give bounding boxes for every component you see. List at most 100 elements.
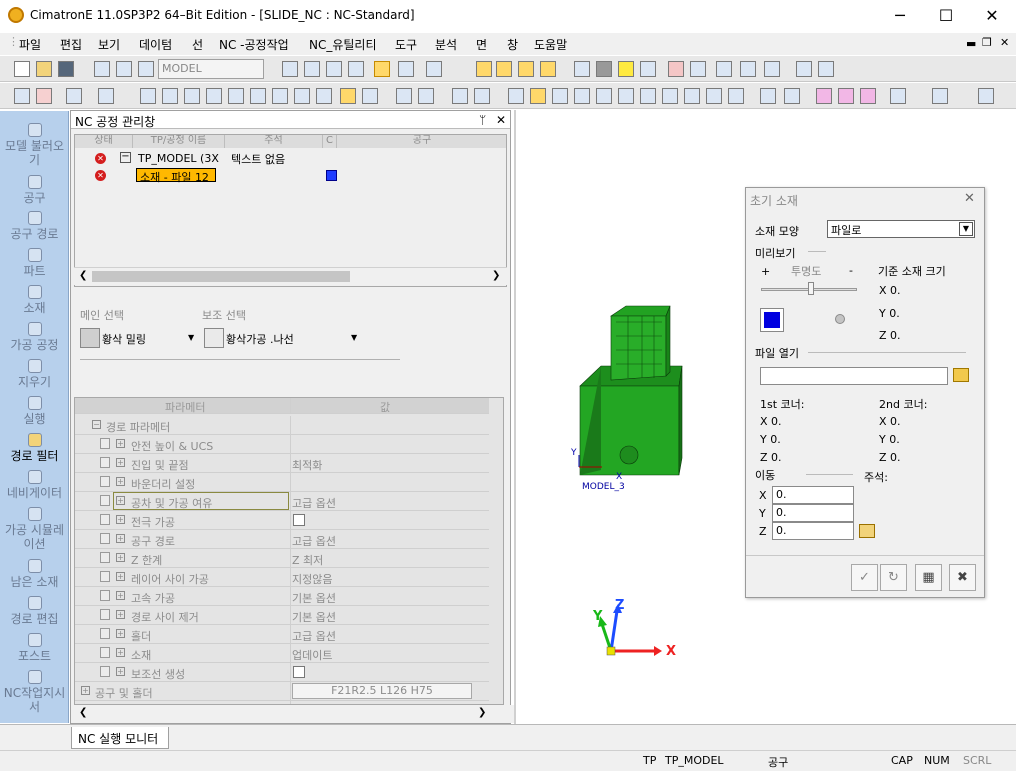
param-value[interactable]: 업데이트 — [292, 647, 332, 663]
scroll-right-icon[interactable]: ❯ — [492, 270, 500, 281]
select-icon[interactable] — [14, 88, 30, 104]
guide-toolpath[interactable]: 공구 경로 — [0, 211, 69, 241]
param-row[interactable]: + 소재 업데이트 — [75, 644, 489, 663]
zoom-window-icon[interactable] — [304, 61, 320, 77]
nc-op-19-icon[interactable] — [596, 88, 612, 104]
dialog-close-button[interactable]: ✕ — [964, 191, 975, 206]
scroll-right-icon[interactable]: ❯ — [478, 707, 486, 718]
nc-op-8-icon[interactable] — [294, 88, 310, 104]
expand-icon[interactable]: + — [116, 553, 125, 562]
param-row[interactable]: − 경로 파라메터 — [75, 416, 489, 435]
tool-e-icon[interactable] — [818, 61, 834, 77]
expand-icon[interactable]: + — [116, 439, 125, 448]
guide-navigator[interactable]: 네비게이터 — [0, 470, 69, 500]
move-z-input[interactable]: 0. — [772, 522, 854, 540]
wireframe-view-icon[interactable] — [398, 61, 414, 77]
nc-op-12-icon[interactable] — [418, 88, 434, 104]
maximize-button[interactable]: ☐ — [923, 0, 969, 31]
sub-dropdown-icon[interactable]: ▼ — [351, 333, 357, 342]
edit-lock-icon[interactable] — [100, 571, 110, 582]
nc-op-20-icon[interactable] — [640, 88, 656, 104]
param-value[interactable]: 기본 옵션 — [292, 590, 336, 606]
edit-lock-icon[interactable] — [100, 476, 110, 487]
param-row[interactable]: + 경로 사이 제거 기본 옵션 — [75, 606, 489, 625]
nc-op-18-icon[interactable] — [574, 88, 590, 104]
move-y-input[interactable]: 0. — [772, 504, 854, 522]
mdi-minimize-button[interactable]: ▬ — [966, 37, 976, 50]
param-value[interactable]: 지정않음 — [292, 571, 332, 587]
param-value[interactable]: Z 최저 — [292, 552, 323, 568]
nc-op-23-icon[interactable] — [706, 88, 722, 104]
guide-execute[interactable]: 실행 — [0, 396, 69, 426]
menu-help[interactable]: 도움말 — [534, 36, 567, 53]
expand-icon[interactable]: + — [81, 686, 90, 695]
surface-1-icon[interactable] — [816, 88, 832, 104]
edit-lock-icon[interactable] — [100, 628, 110, 639]
nc-op-11-icon[interactable] — [396, 88, 412, 104]
curve-icon[interactable] — [784, 88, 800, 104]
color-button[interactable] — [760, 308, 784, 332]
save-icon[interactable] — [58, 61, 74, 77]
guide-load-model[interactable]: 모델 불러오 기 — [0, 123, 69, 167]
file-path-input[interactable] — [760, 367, 948, 385]
guide-path-filter[interactable]: 경로 필터 — [0, 433, 69, 463]
param-value[interactable]: 최적화 — [292, 457, 322, 473]
expand-icon[interactable]: + — [116, 667, 125, 676]
edit-lock-icon[interactable] — [100, 514, 110, 525]
tree-row-stock[interactable]: ✕ 소재 - 파일 12 — [75, 168, 506, 184]
surface-2-icon[interactable] — [838, 88, 854, 104]
param-row[interactable]: + 보조선 생성 — [75, 663, 489, 682]
nc-op-4-icon[interactable] — [206, 88, 222, 104]
expand-icon[interactable]: + — [116, 515, 125, 524]
filter-icon[interactable] — [98, 88, 114, 104]
nc-op-21-icon[interactable] — [662, 88, 678, 104]
param-row[interactable]: + 안전 높이 & UCS — [75, 435, 489, 454]
view-orient-icon[interactable] — [426, 61, 442, 77]
copy-icon[interactable] — [94, 61, 110, 77]
nc-op-16-icon[interactable] — [530, 88, 546, 104]
shaded-view-icon[interactable] — [374, 61, 390, 77]
tree-row-toolpath[interactable]: ✕ − TP_MODEL (3X 텍스트 없음 — [75, 151, 506, 167]
mdi-close-button[interactable]: ✕ — [1000, 36, 1009, 49]
guide-part[interactable]: 파트 — [0, 248, 69, 278]
tool-b-icon[interactable] — [740, 61, 756, 77]
param-value[interactable]: 고급 옵션 — [292, 533, 336, 549]
apply-button[interactable]: ↻ — [880, 564, 907, 591]
layer-icon[interactable] — [476, 61, 492, 77]
col-status[interactable]: 상태 — [75, 135, 133, 148]
expand-icon[interactable]: + — [116, 477, 125, 486]
nc-op-24-icon[interactable] — [728, 88, 744, 104]
guide-remaining-stock[interactable]: 남은 소재 — [0, 559, 69, 589]
light-on-icon[interactable] — [618, 61, 634, 77]
collapse-icon[interactable]: − — [92, 420, 101, 429]
measure-icon[interactable] — [932, 88, 948, 104]
deselect-icon[interactable] — [36, 88, 52, 104]
edit-lock-icon[interactable] — [100, 666, 110, 677]
guide-tool[interactable]: 공구 — [0, 175, 69, 205]
param-row[interactable]: + 진입 및 끝점 최적화 — [75, 454, 489, 473]
panel-close-button[interactable]: ✕ — [496, 113, 506, 127]
open-folder-icon[interactable] — [36, 61, 52, 77]
expand-icon[interactable]: + — [116, 534, 125, 543]
expand-icon[interactable]: + — [116, 572, 125, 581]
param-value[interactable]: 고급 옵션 — [292, 495, 336, 511]
info-icon[interactable] — [618, 88, 634, 104]
layer2-icon[interactable] — [496, 61, 512, 77]
param-horizontal-scrollbar[interactable]: ❮ ❯ — [74, 705, 574, 723]
nc-op-3-icon[interactable] — [184, 88, 200, 104]
col-comment[interactable]: 주석 — [225, 135, 323, 148]
pick-point-icon[interactable] — [859, 524, 875, 538]
nc-op-active-icon[interactable] — [340, 88, 356, 104]
edit-lock-icon[interactable] — [100, 495, 110, 506]
light-select-icon[interactable] — [574, 61, 590, 77]
param-value[interactable]: 기본 옵션 — [292, 609, 336, 625]
edit-lock-icon[interactable] — [100, 457, 110, 468]
nc-op-2-icon[interactable] — [162, 88, 178, 104]
menu-view[interactable]: 보기 — [98, 36, 120, 53]
transparency-slider-thumb[interactable] — [808, 282, 814, 295]
guide-nc-sheet[interactable]: NC작업지시 서 — [0, 670, 69, 714]
prev-icon[interactable] — [668, 61, 684, 77]
main-dropdown-icon[interactable]: ▼ — [188, 333, 194, 342]
light-off-icon[interactable] — [596, 61, 612, 77]
extra-icon[interactable] — [978, 88, 994, 104]
